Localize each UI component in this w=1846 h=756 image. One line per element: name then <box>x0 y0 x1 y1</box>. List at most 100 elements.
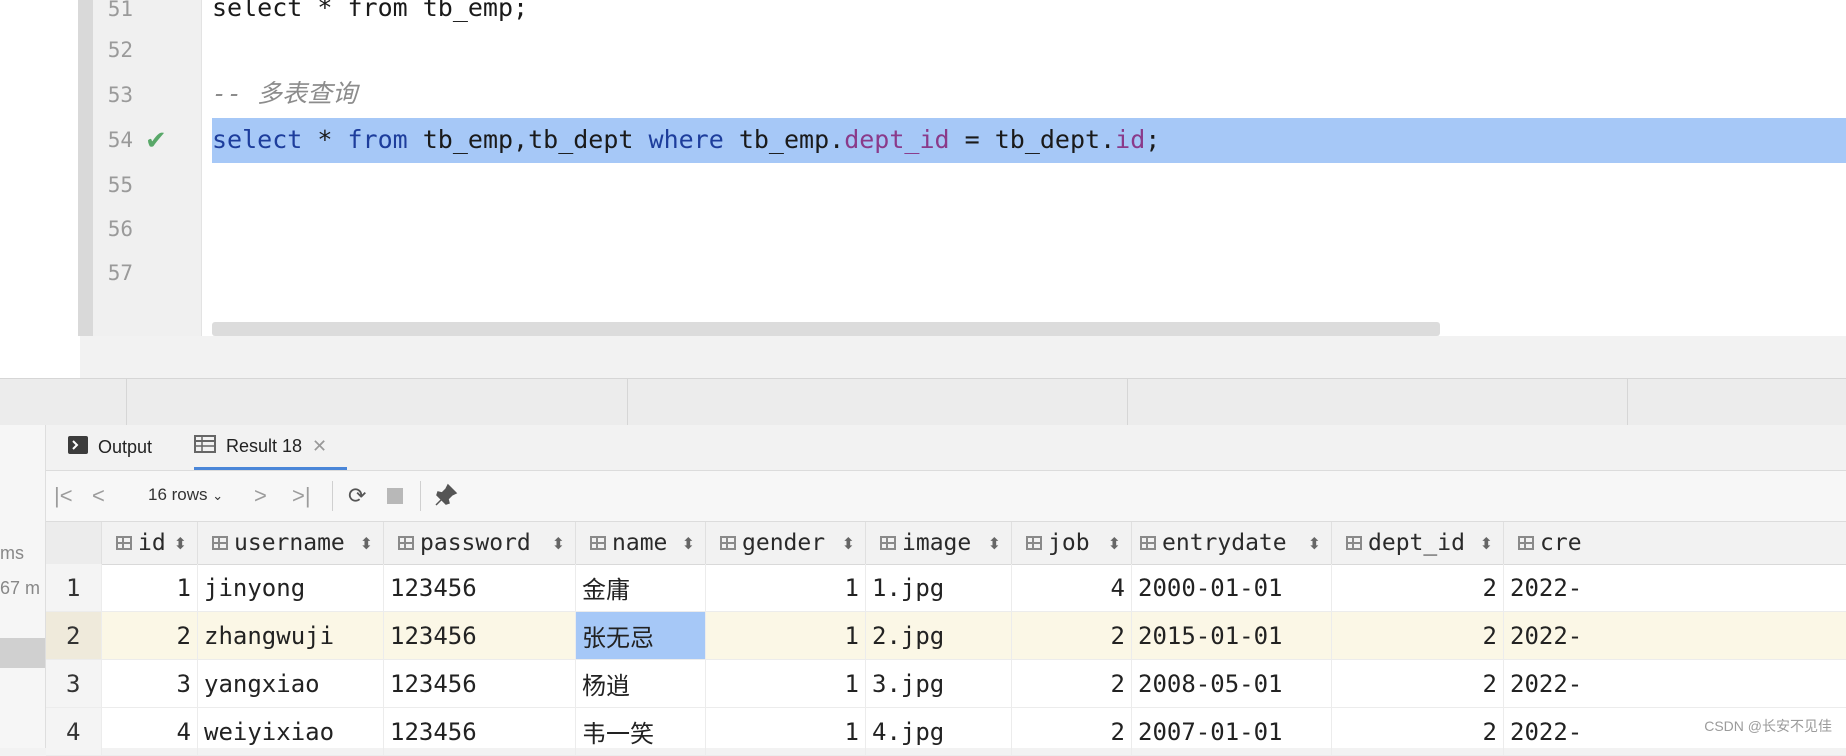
prev-page-icon[interactable]: < <box>92 483 105 509</box>
column-header-job[interactable]: job ⬍ <box>1012 522 1132 564</box>
column-header-gender[interactable]: gender ⬍ <box>706 522 866 564</box>
code-text: = tb_dept. <box>949 125 1116 154</box>
cell-job[interactable]: 2 <box>1012 660 1132 707</box>
column-icon <box>116 536 132 550</box>
cell-entrydate[interactable]: 2008-05-01 <box>1132 660 1332 707</box>
cell-password[interactable]: 123456 <box>384 612 576 659</box>
sort-icon[interactable]: ⬍ <box>360 534 373 553</box>
column-icon <box>398 536 414 550</box>
sql-editor[interactable]: select * from tb_emp; -- 多表查询 select * f… <box>202 0 1846 336</box>
panel-divider[interactable] <box>0 378 1846 426</box>
code-line-54[interactable]: select * from tb_emp,tb_dept where tb_em… <box>212 124 1160 156</box>
table-row[interactable]: 2 2 zhangwuji 123456 张无忌 1 2.jpg 2 2015-… <box>46 612 1846 660</box>
cell-username[interactable]: zhangwuji <box>198 612 384 659</box>
tab-output[interactable]: Output <box>68 425 152 470</box>
sort-icon[interactable]: ⬍ <box>1108 534 1121 553</box>
column-ref: id <box>1115 125 1146 154</box>
cell-gender[interactable]: 1 <box>706 564 866 611</box>
divider-segment <box>126 379 127 425</box>
sort-icon[interactable]: ⬍ <box>174 534 187 553</box>
table-row[interactable]: 1 1 jinyong 123456 金庸 1 1.jpg 4 2000-01-… <box>46 564 1846 612</box>
line-number: 57 <box>107 261 133 285</box>
cell-entrydate[interactable]: 2015-01-01 <box>1132 612 1332 659</box>
timing-text: ms <box>0 543 24 563</box>
table-row[interactable]: 4 4 weiyixiao 123456 韦一笑 1 4.jpg 2 2007-… <box>46 708 1846 756</box>
sort-icon[interactable]: ⬍ <box>552 534 565 553</box>
cell-dept_id[interactable]: 2 <box>1332 612 1504 659</box>
line-number-gutter: 51 52 53 54 ✔ 55 56 57 <box>93 0 202 336</box>
column-label: password <box>420 530 531 556</box>
horizontal-scrollbar[interactable] <box>212 322 1440 336</box>
sort-icon[interactable]: ⬍ <box>1308 534 1321 553</box>
cell-id[interactable]: 1 <box>102 564 198 611</box>
sort-icon[interactable]: ⬍ <box>842 534 855 553</box>
cell-dept_id[interactable]: 2 <box>1332 564 1504 611</box>
tab-result[interactable]: Result 18 ✕ <box>194 425 348 470</box>
run-success-check-icon: ✔ <box>145 125 167 155</box>
cell-gender[interactable]: 1 <box>706 660 866 707</box>
column-header-id[interactable]: id ⬍ <box>102 522 198 564</box>
refresh-icon[interactable]: ⟳ <box>348 483 366 509</box>
row-number-header <box>46 522 102 564</box>
next-page-icon[interactable]: > <box>254 483 267 509</box>
cell-image[interactable]: 3.jpg <box>866 660 1012 707</box>
sort-icon[interactable]: ⬍ <box>988 534 1001 553</box>
cell-create-time[interactable]: 2022- <box>1504 660 1846 707</box>
rows-count-dropdown[interactable]: 16 rows ⌄ <box>148 485 223 505</box>
cell-username[interactable]: yangxiao <box>198 660 384 707</box>
sort-icon[interactable]: ⬍ <box>682 534 695 553</box>
row-number[interactable]: 2 <box>46 612 102 659</box>
cell-name-selected[interactable]: 张无忌 <box>576 612 706 659</box>
code-line-51[interactable]: select * from tb_emp; <box>212 0 528 24</box>
column-label: name <box>612 530 668 556</box>
cell-image[interactable]: 1.jpg <box>866 564 1012 611</box>
cell-create-time[interactable]: 2022- <box>1504 612 1846 659</box>
row-number[interactable]: 3 <box>46 660 102 707</box>
column-header-entrydate[interactable]: entrydate ⬍ <box>1132 522 1332 564</box>
sort-icon[interactable]: ⬍ <box>1480 534 1493 553</box>
keyword-select: select <box>212 125 303 154</box>
cell-name[interactable]: 杨逍 <box>576 660 706 707</box>
cell-create-time[interactable]: 2022- <box>1504 564 1846 611</box>
column-header-password[interactable]: password ⬍ <box>384 522 576 564</box>
line-number: 55 <box>107 173 133 197</box>
first-page-icon[interactable]: |< <box>54 483 73 509</box>
column-label: job <box>1048 530 1090 556</box>
pin-icon[interactable] <box>434 483 458 513</box>
cell-entrydate[interactable]: 2000-01-01 <box>1132 564 1332 611</box>
code-text: tb_emp,tb_dept <box>407 125 649 154</box>
cell-job[interactable]: 2 <box>1012 612 1132 659</box>
watermark: CSDN @长安不见佳 <box>1704 718 1832 734</box>
code-text: * <box>302 125 348 154</box>
close-icon[interactable]: ✕ <box>312 436 327 457</box>
last-page-icon[interactable]: >| <box>292 483 311 509</box>
stop-icon[interactable] <box>386 485 404 511</box>
table-row[interactable]: 3 3 yangxiao 123456 杨逍 1 3.jpg 2 2008-05… <box>46 660 1846 708</box>
cell-gender[interactable]: 1 <box>706 612 866 659</box>
row-number[interactable]: 1 <box>46 564 102 611</box>
cell-id[interactable]: 2 <box>102 612 198 659</box>
selected-session-row[interactable] <box>0 638 45 668</box>
line-number: 53 <box>107 83 133 107</box>
column-header-create-time[interactable]: cre <box>1504 522 1846 564</box>
column-label: entrydate <box>1162 530 1287 556</box>
toolbar-separator <box>332 481 333 511</box>
cell-name[interactable]: 金庸 <box>576 564 706 611</box>
cell-dept_id[interactable]: 2 <box>1332 660 1504 707</box>
cell-image[interactable]: 2.jpg <box>866 612 1012 659</box>
column-icon <box>1518 536 1534 550</box>
cell-job[interactable]: 4 <box>1012 564 1132 611</box>
cell-username[interactable]: jinyong <box>198 564 384 611</box>
chevron-down-icon: ⌄ <box>212 488 224 503</box>
column-icon <box>1026 536 1042 550</box>
column-label: id <box>138 530 166 556</box>
tab-label: Result 18 <box>226 435 303 456</box>
cell-password[interactable]: 123456 <box>384 564 576 611</box>
code-comment[interactable]: -- 多表查询 <box>212 78 357 110</box>
column-header-dept_id[interactable]: dept_id ⬍ <box>1332 522 1504 564</box>
cell-password[interactable]: 123456 <box>384 660 576 707</box>
cell-id[interactable]: 3 <box>102 660 198 707</box>
column-header-username[interactable]: username ⬍ <box>198 522 384 564</box>
column-header-name[interactable]: name ⬍ <box>576 522 706 564</box>
column-header-image[interactable]: image ⬍ <box>866 522 1012 564</box>
